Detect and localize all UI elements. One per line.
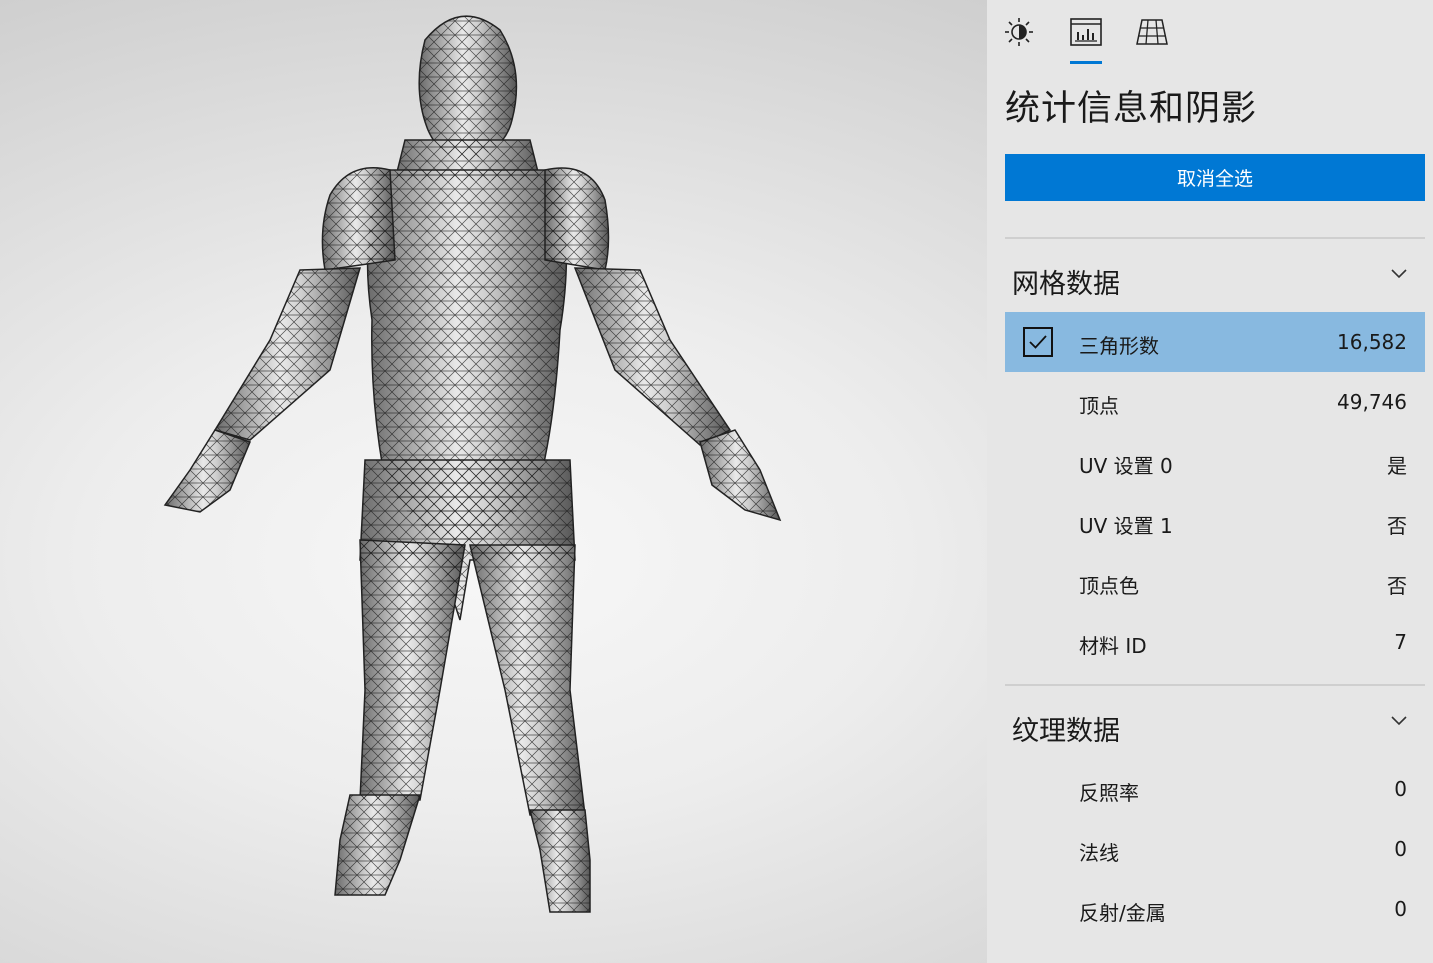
stat-row-uv-set-0: UV 设置 0 是	[1005, 432, 1425, 492]
stat-label: 反照率	[1079, 781, 1139, 805]
3d-viewport[interactable]	[0, 0, 987, 963]
stat-value: 7	[1394, 630, 1407, 654]
panel-title: 统计信息和阴影	[1005, 89, 1258, 129]
chevron-down-icon	[1391, 269, 1407, 279]
section-divider	[1005, 237, 1425, 239]
tab-lighting[interactable]	[999, 12, 1039, 52]
stat-row-triangles[interactable]: 三角形数 16,582	[1005, 312, 1425, 372]
stat-row-vertices: 顶点 49,746	[1005, 372, 1425, 432]
triangles-checkbox[interactable]	[1023, 327, 1053, 357]
mesh-data-section-header[interactable]: 网格数据	[1005, 245, 1425, 305]
tab-statistics[interactable]	[1066, 12, 1106, 64]
stat-label: UV 设置 0	[1079, 454, 1173, 478]
checkmark-icon	[1029, 335, 1047, 349]
stat-row-vertex-color: 顶点色 否	[1005, 552, 1425, 612]
chevron-down-icon	[1391, 716, 1407, 726]
stat-value: 0	[1394, 897, 1407, 921]
stat-label: 材料 ID	[1079, 634, 1147, 658]
lighting-icon	[1005, 18, 1033, 46]
section-title: 纹理数据	[1012, 716, 1120, 747]
stat-row-normal: 法线 0	[1005, 819, 1425, 879]
stat-value: 0	[1394, 777, 1407, 801]
stat-label: 反射/金属	[1079, 901, 1166, 925]
panel-tabs	[987, 0, 1433, 66]
stat-label: 法线	[1079, 841, 1119, 865]
tab-mesh[interactable]	[1132, 12, 1172, 52]
stat-value: 16,582	[1337, 330, 1407, 354]
stat-row-material-id: 材料 ID 7	[1005, 612, 1425, 672]
section-title: 网格数据	[1012, 269, 1120, 300]
stat-value: 否	[1387, 574, 1407, 598]
stat-label: 顶点色	[1079, 574, 1139, 598]
stat-row-albedo: 反照率 0	[1005, 759, 1425, 819]
stat-value: 49,746	[1337, 390, 1407, 414]
deselect-all-button[interactable]: 取消全选	[1005, 154, 1425, 201]
stat-row-uv-set-1: UV 设置 1 否	[1005, 492, 1425, 552]
side-panel: 统计信息和阴影 取消全选 网格数据 三角形数 16,582 顶点 49,746 …	[987, 0, 1433, 963]
stat-label: 顶点	[1079, 394, 1119, 418]
stat-value: 否	[1387, 514, 1407, 538]
stat-row-reflection-metal: 反射/金属 0	[1005, 879, 1425, 939]
stats-icon	[1070, 18, 1102, 46]
texture-data-section-header[interactable]: 纹理数据	[1005, 692, 1425, 752]
wireframe-model	[164, 15, 781, 913]
section-divider	[1005, 684, 1425, 686]
stat-label: 三角形数	[1079, 334, 1159, 358]
stat-label: UV 设置 1	[1079, 514, 1173, 538]
stat-value: 是	[1387, 454, 1407, 478]
stat-value: 0	[1394, 837, 1407, 861]
mesh-grid-icon	[1136, 19, 1168, 45]
